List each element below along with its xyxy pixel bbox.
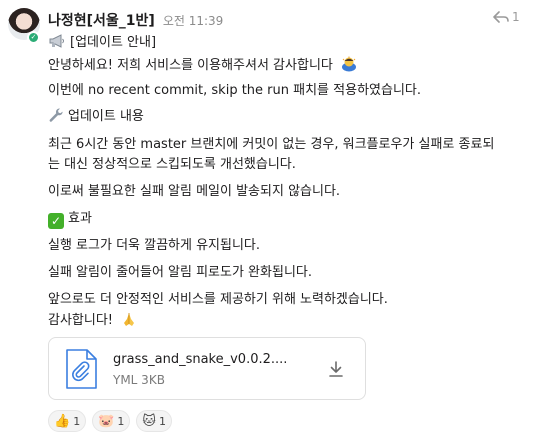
cat-icon: 🐱 [142, 413, 156, 429]
check-mark-icon: ✓ [48, 213, 64, 229]
announcement-title: [업데이트 안내] [70, 35, 157, 50]
reply-indicator[interactable]: 1 [493, 10, 520, 24]
file-meta: YML 3KB [113, 373, 165, 387]
reaction-cat[interactable]: 🐱 1 [136, 410, 172, 432]
effect-heading: 효과 [68, 211, 92, 226]
patch-line: 이번에 no recent commit, skip the run 패치를 적… [48, 83, 421, 98]
thumbs-up-icon: 👍 [54, 413, 71, 429]
announcement-title-line: [업데이트 안내] [48, 33, 156, 55]
update-body-line-1: 최근 6시간 동안 master 브랜치에 커밋이 없는 경우, 워크플로우가 … [48, 137, 495, 152]
file-name[interactable]: grass_and_snake_v0.0.2.... [113, 352, 287, 367]
closing-line-1: 앞으로도 더 안정적인 서비스를 제공하기 위해 노력하겠습니다. [48, 292, 388, 307]
message-time[interactable]: 오전 11:39 [163, 12, 223, 29]
reaction-count: 1 [73, 414, 81, 428]
update-body-line-2: 는 대신 정상적으로 스킵되도록 개선했습니다. [48, 157, 296, 172]
message-header: 나정현[서울_1반] 오전 11:39 [48, 10, 223, 30]
reply-count: 1 [512, 10, 520, 24]
sender-name[interactable]: 나정현[서울_1반] [48, 10, 155, 30]
reaction-thumbs-up[interactable]: 👍 1 [48, 410, 87, 432]
greeting-text: 안녕하세요! 저희 서비스를 이용해주셔서 감사합니다 [48, 58, 333, 73]
greeting-line: 안녕하세요! 저희 서비스를 이용해주셔서 감사합니다 [48, 56, 357, 75]
closing-text: 감사합니다! [48, 313, 114, 328]
bowing-person-icon [341, 56, 357, 72]
reply-icon [493, 11, 509, 23]
update-heading: 업데이트 내용 [68, 109, 144, 124]
download-icon[interactable] [329, 361, 343, 381]
pig-face-icon: 🐷 [98, 413, 115, 429]
no-more-mail-line: 이로써 불필요한 실패 알림 메일이 발송되지 않습니다. [48, 184, 341, 199]
reaction-count: 1 [117, 414, 125, 428]
wrench-icon [48, 107, 64, 129]
megaphone-icon [48, 33, 66, 55]
effect-line-1: 실행 로그가 더욱 깔끔하게 유지됩니다. [48, 238, 261, 253]
file-clip-icon [65, 349, 97, 393]
reaction-pig[interactable]: 🐷 1 [92, 410, 131, 432]
file-attachment-card[interactable]: grass_and_snake_v0.0.2.... YML 3KB [48, 337, 366, 400]
reactions-bar: 👍 1 🐷 1 🐱 1 [48, 410, 172, 432]
effect-heading-line: ✓ 효과 [48, 210, 92, 229]
effect-line-2: 실패 알림이 줄어들어 알림 피로도가 완화됩니다. [48, 265, 312, 280]
closing-line-2: 감사합니다! [48, 311, 137, 330]
update-heading-line: 업데이트 내용 [48, 107, 144, 129]
presence-check-icon: ✓ [27, 31, 40, 44]
reaction-count: 1 [158, 414, 166, 428]
folded-hands-icon [121, 311, 137, 327]
